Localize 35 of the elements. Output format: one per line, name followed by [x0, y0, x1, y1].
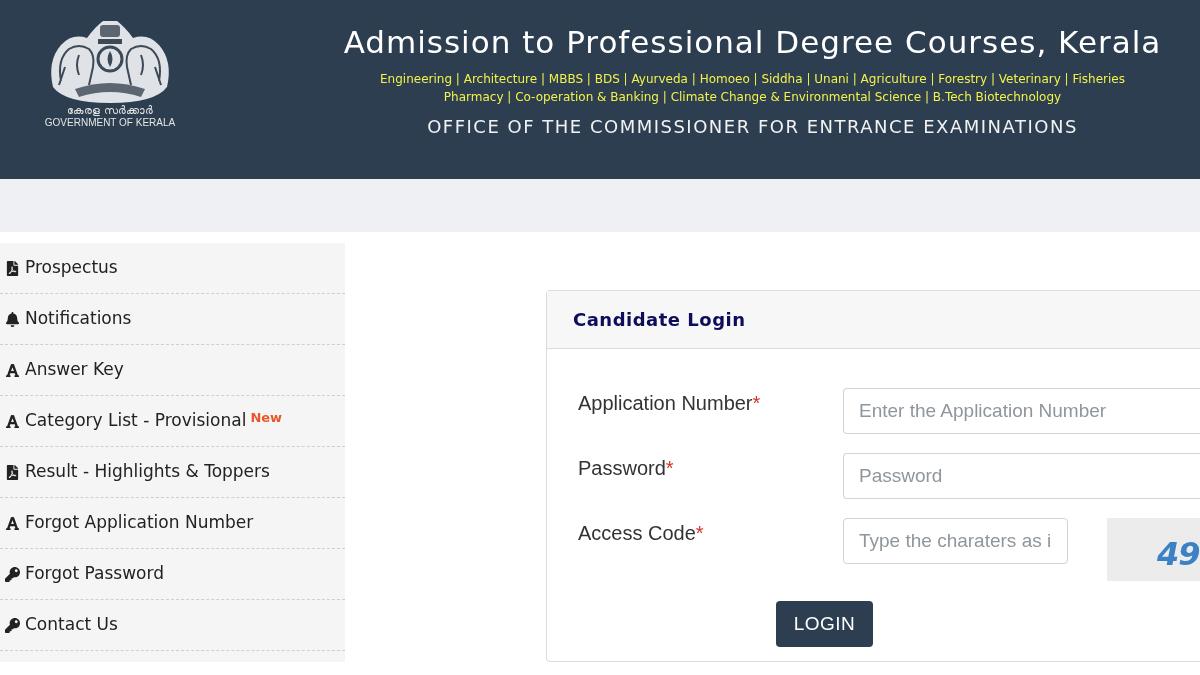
- card-title: Candidate Login: [573, 308, 746, 332]
- sidebar-link[interactable]: Result - Highlights & Toppers: [5, 459, 270, 485]
- required-mark: *: [695, 522, 704, 544]
- course-list: Engineering | Architecture | MBBS | BDS | Ayurveda | Homoeo | Siddha | Unani | Agriculture | Forestry | Veterinary | Fisheries: [380, 70, 1125, 88]
- sidebar-link[interactable]: Answer Key: [5, 357, 124, 383]
- required-mark: *: [752, 392, 761, 414]
- sidebar-link[interactable]: Prospectus: [5, 255, 118, 281]
- pdf-file-icon: [5, 260, 20, 276]
- login-button[interactable]: LOGIN: [776, 601, 873, 647]
- sidebar-link[interactable]: Forgot Application Number: [5, 510, 254, 536]
- pdf-file-icon: [5, 464, 20, 480]
- access-code-field[interactable]: Type the charaters as i: [843, 518, 1068, 564]
- password-field[interactable]: Password: [843, 453, 1200, 499]
- captcha-image: 49: [1107, 518, 1200, 581]
- office-title: OFFICE OF THE COMMISSIONER FOR ENTRANCE EXAMINATIONS: [427, 116, 1078, 138]
- letter-a-icon: [5, 515, 20, 531]
- required-mark: *: [665, 457, 674, 479]
- key-icon: [5, 566, 20, 582]
- sidebar-link[interactable]: Contact Us: [5, 612, 118, 638]
- bell-icon: [5, 311, 20, 327]
- sidebar-link[interactable]: Forgot Password: [5, 561, 164, 587]
- application-number-field[interactable]: Enter the Application Number: [843, 388, 1200, 434]
- site-title: Admission to Professional Degree Courses, Kerala: [343, 23, 1162, 61]
- key-icon: [5, 617, 20, 633]
- sidebar-link[interactable]: Notifications: [5, 306, 132, 332]
- sidebar-link[interactable]: Category List - Provisional: [5, 408, 247, 434]
- field-label: Access Code: [578, 522, 696, 544]
- new-tag: New: [250, 409, 283, 425]
- course-list: Pharmacy | Co-operation & Banking | Climate Change & Environmental Science | B.Tech Biotechnology: [443, 88, 1062, 106]
- field-label: Password: [578, 457, 666, 479]
- letter-a-icon: [5, 362, 20, 378]
- field-label: Application Number: [578, 392, 753, 414]
- letter-a-icon: [5, 413, 20, 429]
- emblem-caption-native: കേരള സർക്കാർ: [67, 104, 153, 117]
- emblem-caption: GOVERNMENT OF KERALA: [44, 117, 176, 129]
